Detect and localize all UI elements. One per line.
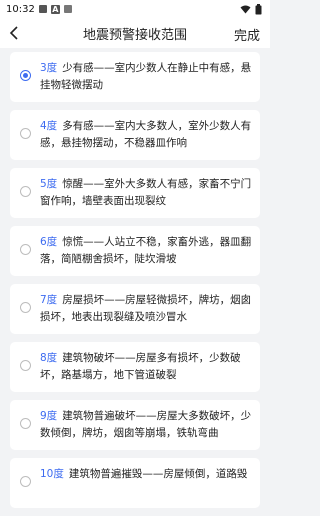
intensity-option-6[interactable]: 6度 惊慌——人站立不稳，家畜外逃，器皿翻落，简陋棚舍损坏，陡坎滑坡 (10, 226, 260, 276)
option-text: 建筑物普遍摧毁——房屋倾倒，道路毁 (68, 468, 248, 480)
a-icon: A (50, 4, 60, 14)
option-description: 7度 房屋损坏——房屋轻微损坏，牌坊，烟囱损坏，地表出现裂缝及喷沙冒水 (40, 292, 254, 326)
option-text: 多有感——室内大多数人，室外少数人有感，悬挂物摆动，不稳器皿作响 (40, 120, 252, 149)
box-icon (63, 5, 72, 13)
intensity-option-5[interactable]: 5度 惊醒——室外大多数人有感，家畜不宁门窗作响，墙壁表面出现裂纹 (10, 168, 260, 218)
page-title: 地震预警接收范围 (82, 27, 187, 43)
radio-button[interactable] (20, 70, 31, 81)
radio-button[interactable] (20, 476, 31, 487)
radio-button[interactable] (20, 302, 31, 313)
back-button[interactable] (6, 25, 22, 41)
radio-button[interactable] (20, 244, 31, 255)
option-description: 3度 少有感——室内少数人在静止中有感，悬挂物轻微摆动 (40, 60, 254, 94)
degree-label: 8度 (40, 352, 58, 364)
option-description: 5度 惊醒——室外大多数人有感，家畜不宁门窗作响，墙壁表面出现裂纹 (40, 176, 254, 210)
option-description: 8度 建筑物破坏——房屋多有损坏，少数破坏，路基塌方，地下管道破裂 (40, 350, 254, 384)
status-right (240, 3, 262, 15)
option-description: 10度 建筑物普遍摧毁——房屋倾倒，道路毁 (40, 466, 254, 483)
intensity-option-3[interactable]: 3度 少有感——室内少数人在静止中有感，悬挂物轻微摆动 (10, 52, 260, 102)
option-text: 少有感——室内少数人在静止中有感，悬挂物轻微摆动 (40, 62, 252, 91)
degree-label: 10度 (40, 468, 64, 480)
radio-button[interactable] (20, 418, 31, 429)
intensity-option-9[interactable]: 9度 建筑物普遍破坏——房屋大多数破坏，少数倾倒，牌坊，烟囱等崩塌，铁轨弯曲 (10, 400, 260, 450)
navigation-bar: 地震预警接收范围 完成 (0, 18, 270, 48)
option-text: 房屋损坏——房屋轻微损坏，牌坊，烟囱损坏，地表出现裂缝及喷沙冒水 (40, 294, 252, 323)
intensity-list: 3度 少有感——室内少数人在静止中有感，悬挂物轻微摆动 4度 多有感——室内大多数人… (0, 52, 270, 516)
degree-label: 4度 (40, 120, 58, 132)
done-button[interactable]: 完成 (234, 25, 260, 44)
intensity-option-8[interactable]: 8度 建筑物破坏——房屋多有损坏，少数破坏，路基塌方，地下管道破裂 (10, 342, 260, 392)
intensity-option-10[interactable]: 10度 建筑物普遍摧毁——房屋倾倒，道路毁 (10, 458, 260, 508)
option-text: 建筑物普遍破坏——房屋大多数破坏，少数倾倒，牌坊，烟囱等崩塌，铁轨弯曲 (40, 410, 252, 439)
option-description: 4度 多有感——室内大多数人，室外少数人有感，悬挂物摆动，不稳器皿作响 (40, 118, 254, 152)
option-text: 建筑物破坏——房屋多有损坏，少数破坏，路基塌方，地下管道破裂 (40, 352, 241, 381)
wifi-icon (240, 5, 251, 13)
option-text: 惊醒——室外大多数人有感，家畜不宁门窗作响，墙壁表面出现裂纹 (40, 178, 252, 207)
intensity-option-7[interactable]: 7度 房屋损坏——房屋轻微损坏，牌坊，烟囱损坏，地表出现裂缝及喷沙冒水 (10, 284, 260, 334)
option-text: 惊慌——人站立不稳，家畜外逃，器皿翻落，简陋棚舍损坏，陡坎滑坡 (40, 236, 252, 265)
radio-button[interactable] (20, 360, 31, 371)
degree-label: 9度 (40, 410, 58, 422)
notification-icon (38, 5, 47, 13)
degree-label: 7度 (40, 294, 58, 306)
status-left: 10:32 A (6, 4, 72, 15)
radio-button[interactable] (20, 128, 31, 139)
battery-icon (255, 3, 262, 14)
status-bar: 10:32 A (0, 0, 270, 18)
option-description: 9度 建筑物普遍破坏——房屋大多数破坏，少数倾倒，牌坊，烟囱等崩塌，铁轨弯曲 (40, 408, 254, 442)
degree-label: 6度 (40, 236, 58, 248)
radio-button[interactable] (20, 186, 31, 197)
option-description: 6度 惊慌——人站立不稳，家畜外逃，器皿翻落，简陋棚舍损坏，陡坎滑坡 (40, 234, 254, 268)
degree-label: 3度 (40, 62, 58, 74)
back-chevron-icon (9, 26, 18, 40)
intensity-option-4[interactable]: 4度 多有感——室内大多数人，室外少数人有感，悬挂物摆动，不稳器皿作响 (10, 110, 260, 160)
status-time: 10:32 (6, 3, 35, 15)
degree-label: 5度 (40, 178, 58, 190)
